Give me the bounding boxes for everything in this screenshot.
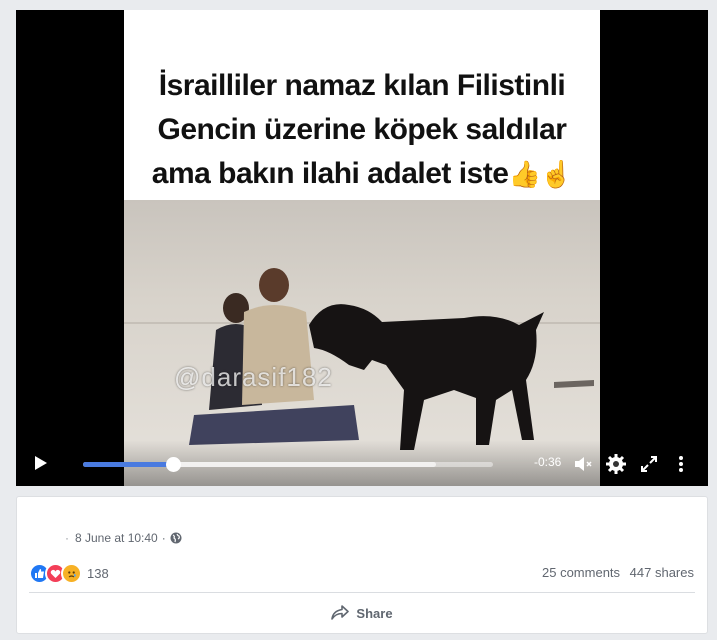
volume-muted-icon [575,457,592,471]
share-label: Share [356,605,393,621]
post-meta: 8 June at 10:40 · [75,531,182,545]
post-card: · 8 June at 10:40 · 138 25 comments 447 … [16,496,708,634]
caption-line-3: ama bakın ilahi adalet iste👍☝ [151,157,573,190]
video-watermark: @darasif182 [174,362,333,392]
fullscreen-button[interactable] [638,453,660,475]
volume-button[interactable] [572,453,594,475]
progress-played [83,462,174,467]
progress-bar[interactable] [83,457,493,472]
caption-line-1: İsrailliler namaz kılan Filistinli [158,69,566,102]
globe-icon[interactable] [170,532,182,544]
man-head [259,268,289,302]
share-icon [331,605,350,620]
meta-separator: · [65,531,69,545]
actions-divider [29,592,695,593]
video-controls: -0:36 [16,440,708,486]
caption-line-2: Gencin üzerine köpek saldılar [157,113,568,146]
video-caption: İsrailliler namaz kılan Filistinli Genci… [124,10,600,200]
shares-count[interactable]: 447 shares [630,565,694,580]
caption-emoji: 👍☝ [508,159,573,189]
video-frame[interactable]: İsrailliler namaz kılan Filistinli Genci… [124,10,600,486]
fullscreen-icon [641,456,657,472]
meta-dot: · [161,531,166,545]
video-player[interactable]: İsrailliler namaz kılan Filistinli Genci… [16,10,708,486]
time-remaining: -0:36 [534,455,562,469]
mat-edge [554,380,594,388]
rug [189,405,359,445]
play-icon [35,456,47,470]
post-timestamp[interactable]: 8 June at 10:40 [75,531,158,545]
reactions-summary[interactable]: 138 [29,563,109,584]
reaction-count: 138 [87,566,109,581]
post-stats: 25 comments 447 shares [536,565,694,580]
settings-icon [606,454,626,474]
more-options-icon [679,456,683,472]
settings-button[interactable] [605,453,627,475]
share-button[interactable]: Share [17,597,707,629]
progress-scrubber[interactable] [166,457,182,472]
more-options-button[interactable] [670,453,692,475]
play-button[interactable] [30,453,50,473]
sad-icon [61,563,82,584]
comments-count[interactable]: 25 comments [542,565,620,580]
